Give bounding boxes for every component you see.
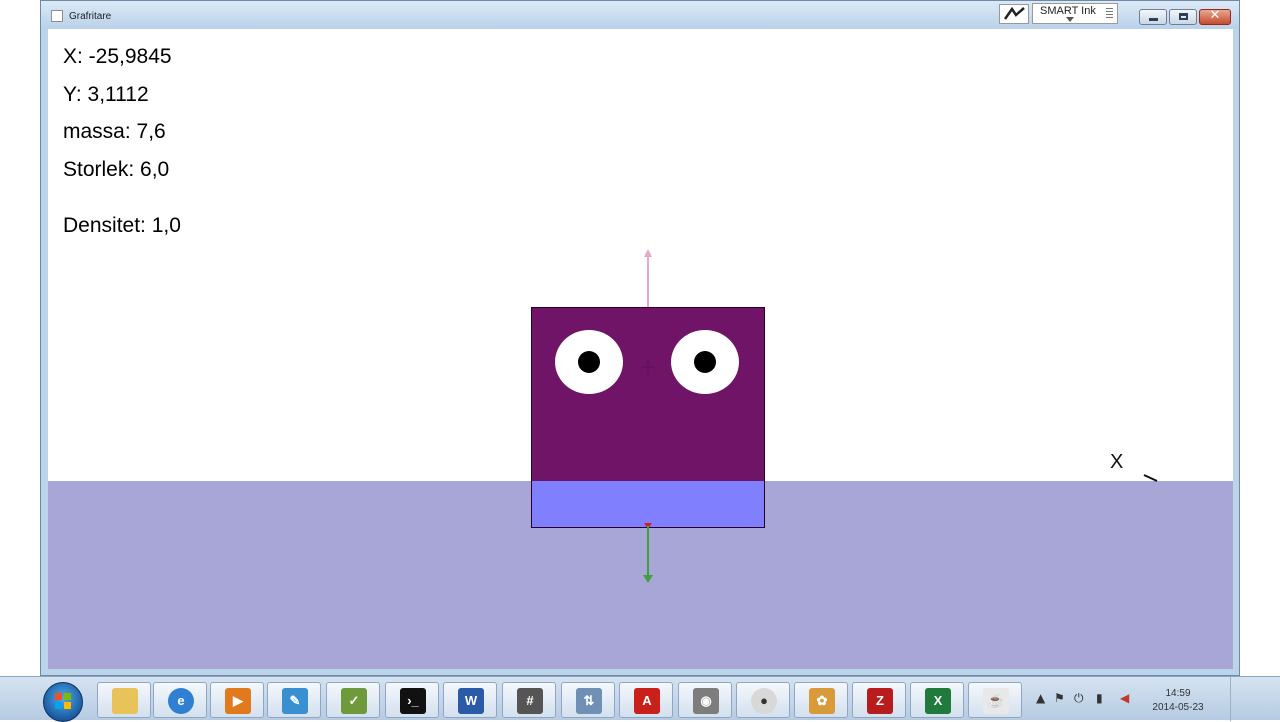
app-window: Grafritare SMART Ink ✕ X: -25,9845 Y: 3,… — [40, 0, 1240, 676]
taskbar-java[interactable]: ☕ — [968, 682, 1022, 718]
word-icon: W — [458, 688, 484, 714]
start-button[interactable] — [43, 682, 83, 722]
smart-ink-toolbar[interactable]: SMART Ink — [1032, 3, 1118, 24]
calculator-icon: # — [517, 688, 543, 714]
internet-explorer-icon: e — [168, 688, 194, 714]
window-title: Grafritare — [69, 11, 112, 22]
spreadsheet-edit-icon: ✓ — [341, 688, 367, 714]
media-player-icon: ▶ — [225, 688, 251, 714]
chevron-down-icon[interactable] — [1066, 17, 1074, 22]
windows-logo-icon — [55, 693, 71, 709]
taskbar-network[interactable]: ⇅ — [561, 682, 615, 718]
action-center-flag-icon[interactable]: ⚑ — [1054, 691, 1065, 705]
taskbar-folder[interactable] — [97, 682, 151, 718]
paint-icon: ✿ — [809, 688, 835, 714]
force-arrows — [641, 249, 655, 583]
buoyancy-arrow — [644, 249, 652, 307]
excel-icon: X — [925, 688, 951, 714]
taskbar-word[interactable]: W — [443, 682, 497, 718]
x-marker-label: X — [1110, 451, 1124, 473]
maximize-button[interactable] — [1169, 9, 1197, 25]
taskbar-paint[interactable]: ✿ — [794, 682, 848, 718]
clock[interactable]: 14:59 2014-05-23 — [1148, 687, 1208, 715]
canvas[interactable]: X: -25,9845 Y: 3,1112 massa: 7,6 Storlek… — [48, 29, 1233, 669]
show-desktop-button[interactable] — [1230, 677, 1241, 721]
camera-icon: ◉ — [693, 688, 719, 714]
grip-icon[interactable] — [1106, 8, 1113, 20]
power-icon[interactable]: ⏻ — [1074, 691, 1084, 706]
clock-time: 14:59 — [1165, 688, 1191, 699]
filezilla-icon: Z — [867, 688, 893, 714]
java-icon: ☕ — [983, 688, 1009, 714]
smart-logo-icon[interactable] — [999, 4, 1029, 24]
pdf-icon: A — [634, 688, 660, 714]
minimize-button[interactable] — [1139, 9, 1167, 25]
taskbar-calculator[interactable]: # — [502, 682, 556, 718]
clock-date: 2014-05-23 — [1152, 702, 1204, 713]
minimize-icon — [1149, 18, 1158, 21]
gravity-arrow — [643, 523, 653, 583]
tray-expand-icon[interactable]: ▲ — [1036, 691, 1045, 705]
taskbar-camera[interactable]: ◉ — [678, 682, 732, 718]
volume-muted-icon[interactable]: ◀ — [1120, 691, 1129, 705]
network-icon: ⇅ — [576, 688, 602, 714]
network-signal-icon[interactable]: ▮ — [1096, 691, 1103, 705]
marker-tick — [1143, 474, 1158, 482]
taskbar-cd[interactable]: ● — [736, 682, 790, 718]
cd-icon: ● — [751, 688, 777, 714]
close-button[interactable]: ✕ — [1199, 8, 1231, 25]
taskbar-spreadsheet-edit[interactable]: ✓ — [326, 682, 380, 718]
taskbar-notes[interactable]: ✎ — [267, 682, 321, 718]
maximize-icon — [1179, 13, 1188, 20]
title-bar[interactable]: Grafritare SMART Ink ✕ — [41, 1, 1239, 29]
center-crosshair — [641, 360, 655, 374]
taskbar-internet-explorer[interactable]: e — [153, 682, 207, 718]
command-prompt-icon: ›_ — [400, 688, 426, 714]
smart-ink-label: SMART Ink — [1040, 5, 1096, 17]
system-tray: ▲ ⚑ ⏻ ▮ ◀ — [1030, 683, 1150, 713]
close-icon: ✕ — [1209, 8, 1221, 23]
taskbar: e ▶ ✎ ✓ ›_ W # ⇅ A ◉ ● ✿ Z X ☕ ▲ ⚑ ⏻ ▮ ◀… — [0, 676, 1280, 722]
taskbar-media-player[interactable]: ▶ — [210, 682, 264, 718]
notes-icon: ✎ — [282, 688, 308, 714]
taskbar-pdf[interactable]: A — [619, 682, 673, 718]
taskbar-command-prompt[interactable]: ›_ — [385, 682, 439, 718]
folder-icon — [112, 688, 138, 714]
taskbar-excel[interactable]: X — [910, 682, 964, 718]
java-app-icon — [51, 10, 63, 22]
taskbar-filezilla[interactable]: Z — [852, 682, 906, 718]
